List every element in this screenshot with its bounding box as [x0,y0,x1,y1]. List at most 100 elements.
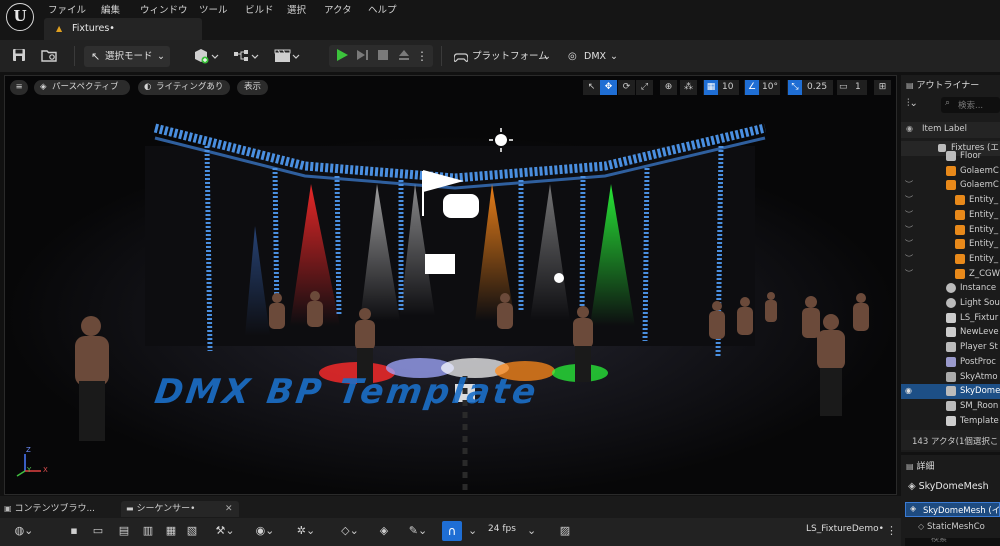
perspective-button[interactable]: ◈ パースペクティブ [34,80,130,95]
item-label-column[interactable]: Item Label [922,124,967,134]
viewport-options-icon[interactable]: ≡ [10,80,28,95]
scale-snap-icon: ⤡ [788,80,802,95]
visibility-toggle-icon[interactable]: ︶ [905,267,913,282]
rotation-snap-toggle[interactable]: ∠ 10° [744,80,780,95]
auto-key-icon[interactable]: ◈ [376,524,392,538]
menu-item[interactable]: 編集 [101,2,120,16]
menu-item[interactable]: ファイル [48,2,86,16]
outliner-row[interactable]: ︶ Entity_ [901,193,1000,208]
keyframe-icon[interactable]: ◇⌄ [336,524,364,538]
edit-mode-icon[interactable]: ✎⌄ [404,524,432,538]
grid-snap-toggle[interactable]: ▦ 10 [703,80,739,95]
outliner-row[interactable]: Instance [901,281,1000,296]
visibility-toggle-icon[interactable]: ︶ [905,223,913,238]
select-tool-icon[interactable]: ↖ [583,80,600,95]
outliner-row[interactable]: NewLeve [901,325,1000,340]
visibility-toggle-icon[interactable]: ︶ [905,178,913,193]
key-options-icon[interactable]: ⚒⌄ [211,524,239,538]
menu-item[interactable]: ビルド [245,2,274,16]
view-options-icon[interactable]: ◉⌄ [251,524,279,538]
outliner-row[interactable]: ◉ SkyDome [901,384,1000,399]
cinematic-icon[interactable]: ▥ [140,524,156,538]
outliner-row-label: Instance [960,283,997,294]
component-row-child[interactable]: ◇ StaticMeshCo [918,522,985,532]
outliner-row[interactable]: LS_Fixtur [901,311,1000,326]
outliner-row[interactable]: ︶ Z_CGW [901,267,1000,282]
find-in-browser-icon[interactable]: ▭ [90,524,106,538]
document-tab-fixtures[interactable]: ▲ Fixtures• [44,18,202,40]
camera-speed-button[interactable]: ▭ 1 [837,80,867,95]
fps-chevron-icon[interactable]: ⌄ [527,524,536,537]
visibility-toggle-icon[interactable]: ◉ [905,384,912,399]
outliner-row[interactable]: GolaemC [901,164,1000,179]
stop-icon[interactable] [374,48,392,64]
outliner-row[interactable]: Floor [901,149,1000,164]
filter-icon[interactable]: ⫶⌄ [907,98,918,109]
select-mode-dropdown[interactable]: ↖ 選択モード ⌄ [84,46,170,67]
fps-dropdown[interactable]: 24 fps [488,524,516,534]
menu-item[interactable]: 選択 [287,2,306,16]
world-icon[interactable]: ◍⌄ [10,524,38,538]
step-forward-icon[interactable] [354,48,372,64]
blueprint-icon[interactable] [233,48,263,64]
cinematics-icon[interactable] [274,48,304,64]
render-movie-icon[interactable]: ▤ [116,524,132,538]
folder-icon [946,165,956,176]
outliner-row-label: Entity_ [969,224,999,235]
unreal-logo-icon[interactable]: U [6,3,34,31]
actions-icon[interactable]: ▧ [184,524,200,538]
outliner-row[interactable]: Light Sou [901,296,1000,311]
outliner-row[interactable]: ︶ Entity_ [901,208,1000,223]
visibility-toggle-icon[interactable]: ︶ [905,208,913,223]
eject-icon[interactable] [395,48,413,64]
menu-item[interactable]: ヘルプ [368,2,397,16]
tab-content-browser[interactable]: ▣ コンテンツブラウ... [4,501,112,517]
rotation-snap-icon: ∠ [745,80,759,95]
outliner-search-input[interactable]: ⌕ 検索... [941,97,1000,113]
play-options-icon[interactable]: ⋮ [416,48,428,64]
outliner-row[interactable]: SkyAtmo [901,370,1000,385]
visibility-toggle-icon[interactable]: ︶ [905,252,913,267]
menu-item[interactable]: ウィンドウ [140,2,188,16]
outliner-row[interactable]: Player St [901,340,1000,355]
outliner-row[interactable]: ︶ Entity_ [901,237,1000,252]
save-icon[interactable]: ▪ [66,524,82,538]
outliner-row[interactable]: ︶ Entity_ [901,252,1000,267]
outliner-row[interactable]: ︶ Entity_ [901,223,1000,238]
surface-snap-icon[interactable]: ⁂ [680,80,697,95]
viewport-layout-icon[interactable]: ⊞ [874,80,891,95]
move-tool-icon[interactable]: ✥ [600,80,617,95]
show-button[interactable]: 表示 [237,80,268,95]
save-icon[interactable] [10,48,28,64]
scale-tool-icon[interactable]: ⤢ [636,80,653,95]
outliner-row[interactable]: Template [901,414,1000,429]
component-row-selected[interactable]: ◈ SkyDomeMesh (イ [905,502,1000,517]
outliner-row[interactable]: PostProc [901,355,1000,370]
rotate-tool-icon[interactable]: ⟳ [618,80,635,95]
outliner-row[interactable]: SM_Roon [901,399,1000,414]
visibility-toggle-icon[interactable]: ︶ [905,237,913,252]
visibility-toggle-icon[interactable]: ︶ [905,193,913,208]
playback-options-icon[interactable]: ▦ [163,524,179,538]
details-search-input[interactable]: 検索 [905,538,1000,546]
snap-dropdown-chevron-icon[interactable]: ⌄ [468,524,477,537]
dmx-dropdown[interactable]: ◎ DMX ⌄ [566,46,622,67]
level-viewport[interactable]: DMX BP Template Z X Y [4,75,897,495]
world-space-icon[interactable]: ⊕ [660,80,677,95]
snap-options-icon[interactable]: ✲⌄ [292,524,320,538]
curve-editor-icon[interactable]: ▨ [557,524,573,538]
tab-sequencer[interactable]: ▬ シーケンサー• ✕ [121,501,239,517]
scale-snap-toggle[interactable]: ⤡ 0.25 [787,80,833,95]
sequence-options-icon[interactable]: ⋮ [886,524,897,537]
add-actor-icon[interactable] [193,48,223,64]
menu-item[interactable]: アクタ [324,2,352,16]
outliner-row[interactable]: ︶ GolaemC [901,178,1000,193]
outliner-row-label: PostProc [960,356,996,367]
play-icon[interactable] [333,48,351,64]
platforms-dropdown[interactable]: プラットフォーム ⌄ [450,46,554,67]
lighting-mode-button[interactable]: ◐ ライティングあり [138,80,230,95]
content-browser-icon[interactable] [40,48,58,64]
menu-item[interactable]: ツール [199,2,228,16]
close-icon[interactable]: ✕ [225,501,233,517]
snap-magnet-icon[interactable]: ∩ [442,521,462,541]
